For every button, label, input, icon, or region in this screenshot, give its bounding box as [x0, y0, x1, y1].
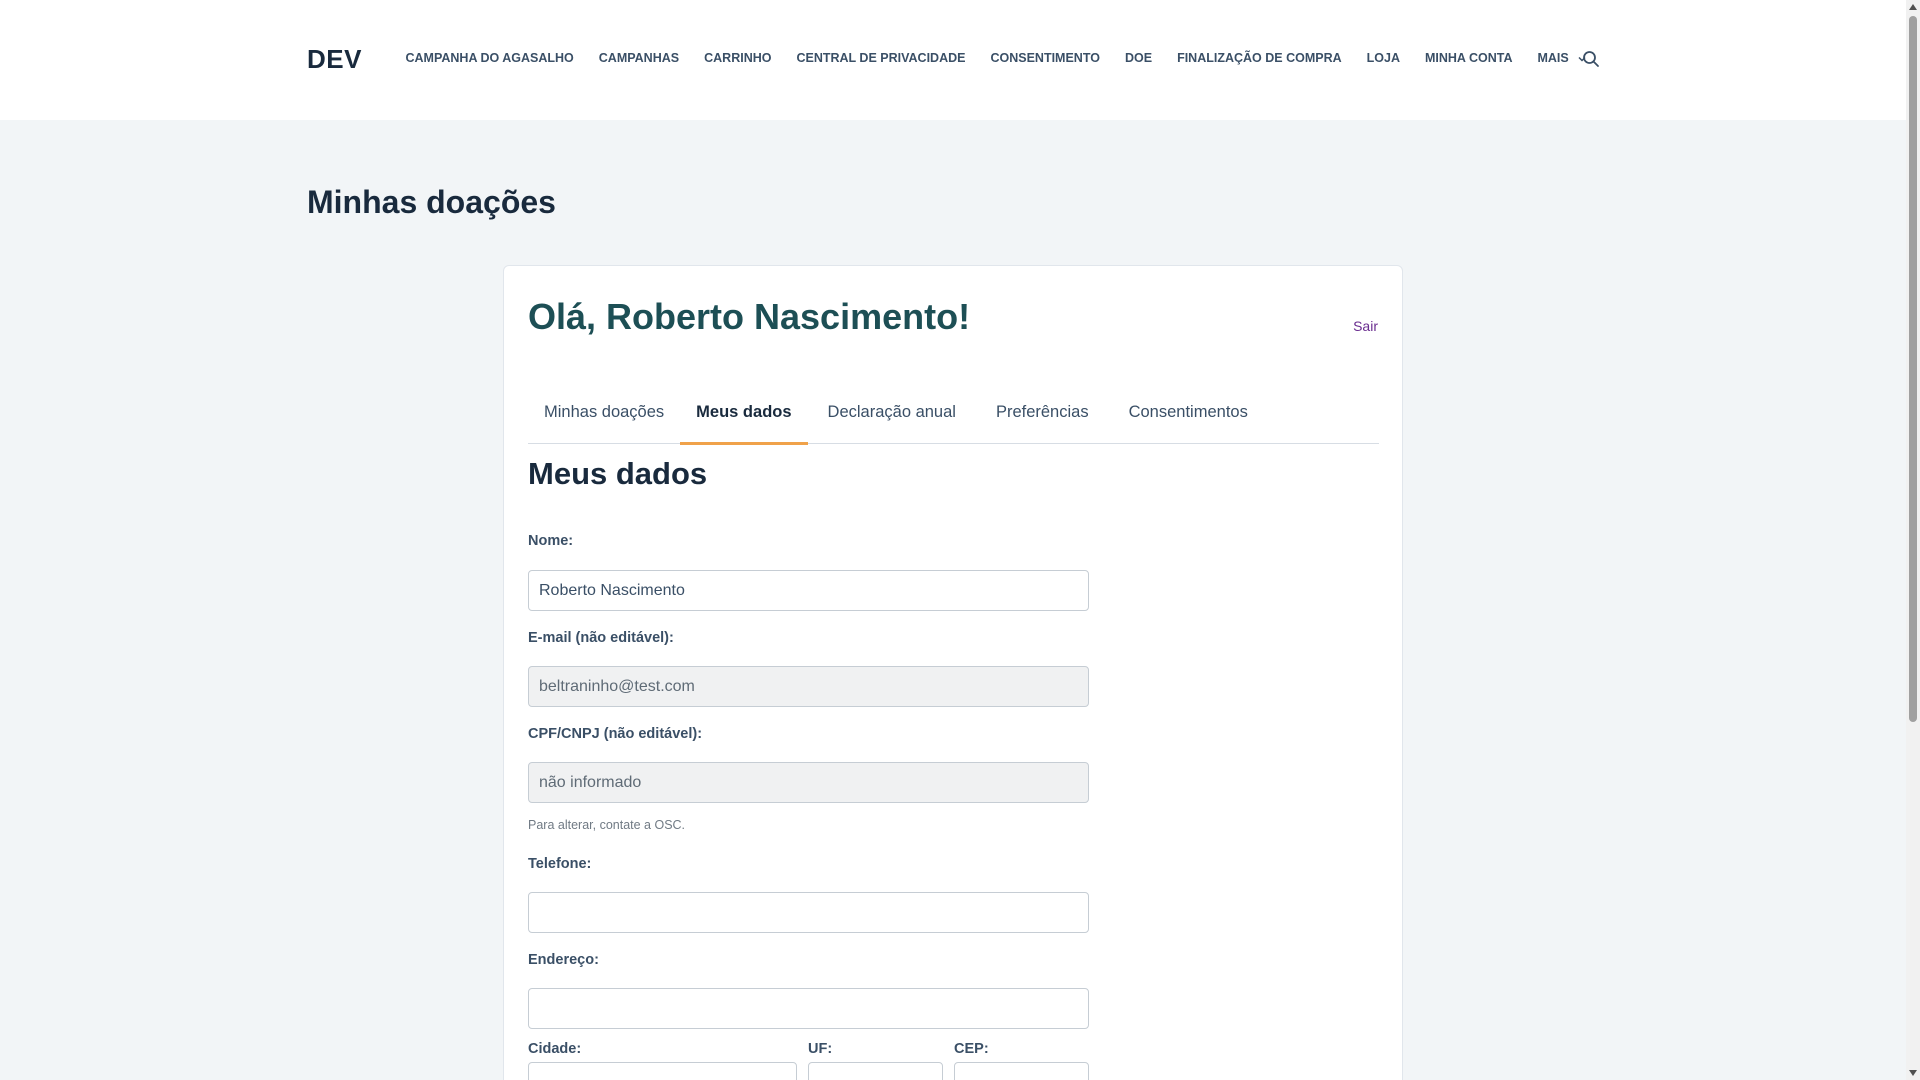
email-field: [528, 666, 1089, 707]
nav-item-campanha-do-agasalho[interactable]: CAMPANHA DO AGASALHO: [393, 48, 586, 68]
nav-item-carrinho[interactable]: CARRINHO: [692, 48, 784, 68]
name-field[interactable]: [528, 570, 1089, 611]
search-button[interactable]: [1580, 50, 1602, 72]
greeting-heading: Olá, Roberto Nascimento!: [528, 296, 971, 337]
tab-declaracao-anual[interactable]: Declaração anual: [812, 381, 972, 444]
scroll-up-arrow-icon[interactable]: [1909, 4, 1917, 10]
site-logo[interactable]: DEV: [307, 44, 362, 75]
nav-item-finalizacao-de-compra[interactable]: FINALIZAÇÃO DE COMPRA: [1165, 48, 1355, 68]
site-header: DEV CAMPANHA DO AGASALHO CAMPANHAS CARRI…: [0, 0, 1906, 120]
phone-field[interactable]: [528, 892, 1089, 933]
nav-item-loja[interactable]: LOJA: [1354, 48, 1412, 68]
email-label: E-mail (não editável):: [528, 630, 674, 646]
cpf-label: CPF/CNPJ (não editável):: [528, 726, 703, 742]
scroll-down-arrow-icon[interactable]: [1909, 1070, 1917, 1076]
address-field[interactable]: [528, 988, 1089, 1029]
cep-field[interactable]: [954, 1062, 1089, 1080]
tab-minhas-doacoes[interactable]: Minhas doações: [528, 381, 680, 444]
nav-item-minha-conta[interactable]: MINHA CONTA: [1412, 48, 1525, 68]
cpf-field: [528, 762, 1089, 803]
search-icon: [1582, 50, 1600, 73]
nav-item-central-de-privacidade[interactable]: CENTRAL DE PRIVACIDADE: [784, 48, 978, 68]
uf-field[interactable]: [808, 1062, 943, 1080]
logout-link[interactable]: Sair: [1353, 318, 1378, 334]
address-label: Endereço:: [528, 952, 599, 968]
page-scrollbar[interactable]: [1906, 0, 1920, 1080]
account-tabs: Minhas doações Meus dados Declaração anu…: [528, 381, 1379, 445]
tab-preferencias[interactable]: Preferências: [980, 381, 1105, 444]
main-navigation: CAMPANHA DO AGASALHO CAMPANHAS CARRINHO …: [393, 48, 1599, 68]
nav-item-mais-label: MAIS: [1537, 51, 1569, 65]
phone-label: Telefone:: [528, 856, 592, 872]
cep-label: CEP:: [954, 1041, 989, 1057]
city-label: Cidade:: [528, 1041, 582, 1057]
uf-label: UF:: [808, 1041, 833, 1057]
name-label: Nome:: [528, 533, 574, 549]
nav-item-consentimento[interactable]: CONSENTIMENTO: [978, 48, 1113, 68]
account-card: Olá, Roberto Nascimento! Sair Minhas doa…: [503, 265, 1403, 1080]
nav-item-doe[interactable]: DOE: [1112, 48, 1164, 68]
city-field[interactable]: [528, 1062, 797, 1080]
tab-meus-dados[interactable]: Meus dados: [680, 381, 808, 445]
nav-item-campanhas[interactable]: CAMPANHAS: [586, 48, 691, 68]
page-title: Minhas doações: [307, 184, 556, 220]
scrollbar-thumb[interactable]: [1909, 16, 1917, 722]
cpf-help-text: Para alterar, contate a OSC.: [528, 818, 686, 832]
section-title: Meus dados: [528, 456, 708, 491]
tab-consentimentos[interactable]: Consentimentos: [1113, 381, 1264, 444]
